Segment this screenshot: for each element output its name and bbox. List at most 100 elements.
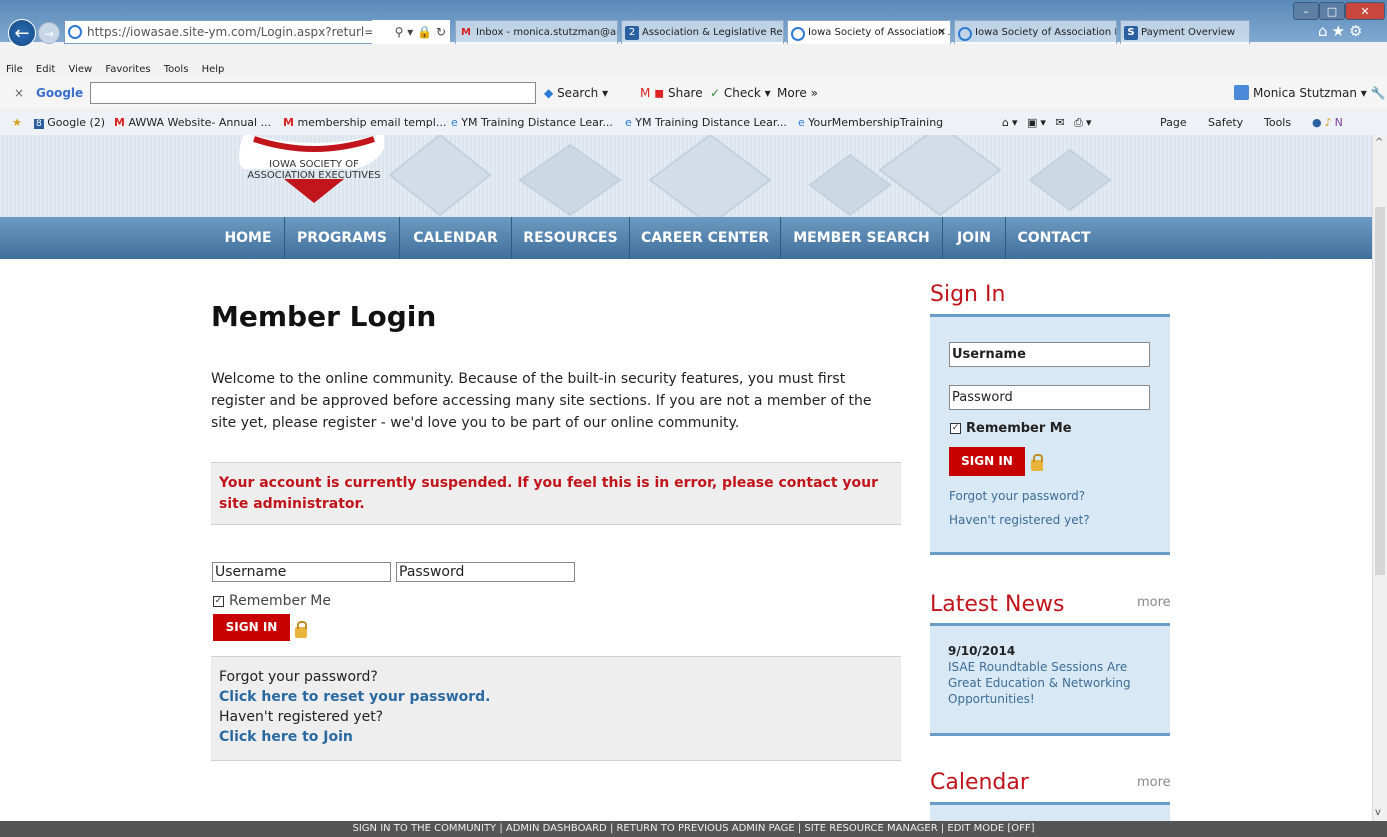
sidebar-signin-heading: Sign In [930,282,1006,307]
nav-home[interactable]: HOME [212,217,285,259]
close-toolbar-icon[interactable]: × [14,78,24,108]
favorites-star-icon[interactable]: ★ [1332,22,1349,40]
minimize-icon[interactable]: – [1293,2,1319,20]
cmd-page[interactable]: Page [1160,110,1187,135]
close-icon[interactable]: ✕ [1345,2,1385,20]
join-link[interactable]: Click here to Join [219,727,353,747]
google-search-input[interactable] [90,82,536,104]
search-icon[interactable]: ⚲ [395,25,404,39]
favorite-label: membership email templ... [297,116,447,129]
logo-line-1: IOWA SOCIETY OF [269,159,359,170]
mail-icon[interactable]: ✉ [1055,116,1067,129]
gmail-icon: M [114,116,125,129]
gmail-icon: M [640,86,651,100]
tab-iowa-society-2[interactable]: Iowa Society of Association Exe... [954,20,1117,44]
print-icon[interactable]: ⎙ [1074,116,1086,129]
news-date: 9/10/2014 [948,644,1016,658]
dropdown-icon[interactable]: ▾ [407,25,413,39]
favorites-star-icon[interactable]: ★ [12,110,22,135]
nav-calendar[interactable]: CALENDAR [400,217,512,259]
google-toolbar: × Google ◆ Search ▾ M ◼ Share ✓ Check ▾ … [0,78,1387,130]
ie-icon [791,27,805,41]
sidebar-password-input[interactable] [949,385,1150,410]
nav-career-center[interactable]: CAREER CENTER [630,217,781,259]
username-input[interactable] [212,562,391,582]
menu-help[interactable]: Help [202,64,225,75]
favorite-membership-email[interactable]: M membership email templ... [283,110,446,135]
wrench-icon[interactable]: 🔧 [1371,86,1386,100]
nav-contact[interactable]: CONTACT [1006,217,1102,259]
favorite-ym-training-1[interactable]: e YM Training Distance Lear... [451,110,613,135]
main-nav: HOME PROGRAMS CALENDAR RESOURCES CAREER … [0,217,1372,259]
google-search-button[interactable]: ◆ Search ▾ [544,78,608,108]
password-input[interactable] [396,562,575,582]
favorite-ym-training-2[interactable]: e YM Training Distance Lear... [625,110,787,135]
scroll-up-icon[interactable]: ^ [1375,137,1383,148]
favorite-yourmembership[interactable]: e YourMembershipTraining [798,110,943,135]
sidebar-forgot-password-link[interactable]: Forgot your password? [949,489,1085,503]
latest-news-more-link[interactable]: more [1137,595,1171,610]
nav-resources[interactable]: RESOURCES [512,217,630,259]
cmd-safety[interactable]: Safety [1208,110,1243,135]
scrollbar-thumb[interactable] [1375,207,1385,575]
maximize-icon[interactable]: □ [1319,2,1345,20]
sidebar-sign-in-button[interactable]: SIGN IN [949,447,1025,476]
tab-payment-overview[interactable]: S Payment Overview [1120,20,1250,44]
nav-join[interactable]: JOIN [943,217,1006,259]
reset-password-link[interactable]: Click here to reset your password. [219,687,491,707]
menu-file[interactable]: File [6,64,23,75]
tab-association[interactable]: 2 Association & Legislative Resou... [621,20,784,44]
google-check-button[interactable]: ✓ Check ▾ [710,78,771,108]
ie-icon: e [798,116,805,129]
sidebar-username-input[interactable] [949,342,1150,367]
tab-inbox[interactable]: M Inbox - monica.stutzman@a-l-... [455,20,618,44]
sign-in-button[interactable]: SIGN IN [213,614,290,641]
tab-label: Iowa Society of Association Exe... [975,27,1116,38]
google-share-button[interactable]: M ◼ Share [640,78,703,108]
ie-icon [958,27,972,41]
menu-favorites[interactable]: Favorites [105,64,150,75]
news-item-link[interactable]: ISAE Roundtable Sessions Are Great Educa… [948,659,1148,707]
nav-programs[interactable]: PROGRAMS [285,217,400,259]
spellcheck-icon: ✓ [710,86,721,100]
sidebar-remember-me-checkbox[interactable]: ✓ [950,423,961,434]
check-label: Check [723,86,761,100]
close-tab-icon[interactable]: ✕ [938,21,946,44]
tab-label: Iowa Society of Association ... [808,27,951,38]
share-icon: ◼ [654,86,665,100]
admin-footer-bar[interactable]: SIGN IN TO THE COMMUNITY | ADMIN DASHBOA… [0,821,1387,837]
research-icon[interactable]: ♪ [1325,116,1335,129]
calendar-box [930,802,1170,821]
page-scrollbar[interactable]: ^ v [1372,135,1387,821]
menu-tools[interactable]: Tools [164,64,189,75]
onenote-icon[interactable]: N [1335,116,1346,129]
latest-news-box: 9/10/2014 ISAE Roundtable Sessions Are G… [930,623,1170,736]
remember-me-checkbox[interactable]: ✓ [213,596,224,607]
latest-news-heading: Latest News [930,592,1065,617]
feeds-icon[interactable]: ▣ [1027,116,1040,129]
sidebar-not-registered-link[interactable]: Haven't registered yet? [949,513,1090,527]
scroll-down-icon[interactable]: v [1375,807,1381,818]
forward-icon[interactable]: → [38,22,60,44]
favorite-google[interactable]: 8 Google (2) [34,110,105,137]
back-icon[interactable]: ← [8,19,36,47]
error-message-box: Your account is currently suspended. If … [211,462,901,525]
cmd-extra-icons: ●♪N [1312,110,1346,135]
help-icon[interactable]: ● [1312,116,1325,129]
lock-icon [1031,454,1043,471]
home-icon[interactable]: ⌂ [1002,116,1012,129]
header-diamond-pattern [388,135,1112,217]
cmd-tools[interactable]: Tools [1264,110,1291,135]
menu-edit[interactable]: Edit [36,64,55,75]
lock-icon: 🔒 [417,25,433,39]
tab-iowa-society-active[interactable]: Iowa Society of Association ... ✕ [787,20,951,44]
menu-view[interactable]: View [68,64,92,75]
logo-line-2: ASSOCIATION EXECUTIVES [247,170,381,181]
refresh-icon[interactable]: ↻ [436,25,446,39]
favorite-awwa[interactable]: M AWWA Website- Annual ... [114,110,271,135]
home-icon[interactable]: ⌂ [1318,22,1332,40]
calendar-more-link[interactable]: more [1137,775,1171,790]
gear-icon[interactable]: ⚙ [1349,22,1366,40]
nav-member-search[interactable]: MEMBER SEARCH [781,217,943,259]
google-more-button[interactable]: More » [777,78,818,108]
